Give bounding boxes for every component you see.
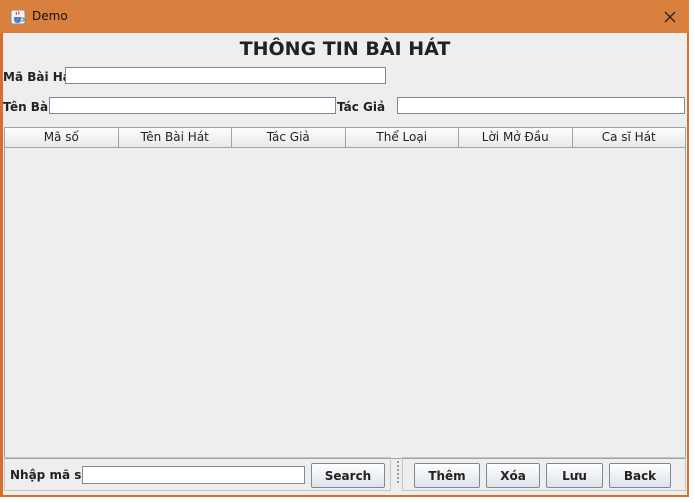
search-input[interactable] — [82, 466, 305, 484]
page-title: THÔNG TIN BÀI HÁT — [239, 38, 451, 60]
toolbar-grip[interactable] — [396, 461, 400, 487]
search-button[interactable]: Search — [311, 463, 385, 488]
ma-bai-hat-field[interactable] — [65, 67, 386, 84]
save-button[interactable]: Lưu — [546, 463, 603, 488]
tac-gia-field[interactable] — [397, 97, 685, 114]
form-panel: THÔNG TIN BÀI HÁT Mã Bài Hát Tên Bài: Tá… — [3, 33, 687, 495]
app-window: Demo THÔNG TIN BÀI HÁT Mã Bài Hát Tên Bà… — [0, 0, 689, 497]
column-header-ca-si-hat[interactable]: Ca sĩ Hát — [572, 128, 685, 148]
window-title: Demo — [32, 9, 68, 23]
bottom-toolbar: Nhập mã số Search Thêm Xóa Lưu Back — [4, 455, 686, 493]
add-button[interactable]: Thêm — [414, 463, 480, 488]
column-header-ma-so[interactable]: Mã số — [5, 128, 119, 148]
actions-panel: Thêm Xóa Lưu Back — [402, 457, 686, 491]
desktop-background — [689, 0, 695, 503]
title-bar[interactable]: Demo — [0, 0, 689, 33]
tac-gia-label: Tác Giả — [337, 100, 386, 114]
close-icon — [664, 11, 676, 22]
column-header-the-loai[interactable]: Thể Loại — [345, 128, 459, 148]
table-header: Mã số Tên Bài Hát Tác Giả Thể Loại Lời M… — [5, 128, 685, 148]
java-cup-icon — [10, 9, 26, 25]
delete-button[interactable]: Xóa — [486, 463, 540, 488]
search-label: Nhập mã số — [10, 468, 90, 482]
column-header-ten-bai-hat[interactable]: Tên Bài Hát — [118, 128, 232, 148]
songs-table[interactable]: Mã số Tên Bài Hát Tác Giả Thể Loại Lời M… — [4, 127, 686, 459]
table-body[interactable] — [5, 148, 685, 458]
column-header-loi-mo-dau[interactable]: Lời Mở Đầu — [459, 128, 573, 148]
column-header-tac-gia[interactable]: Tác Giả — [232, 128, 346, 148]
ten-bai-field[interactable] — [49, 97, 336, 114]
search-panel: Nhập mã số Search — [4, 457, 391, 491]
back-button[interactable]: Back — [609, 463, 671, 488]
close-button[interactable] — [652, 2, 688, 31]
